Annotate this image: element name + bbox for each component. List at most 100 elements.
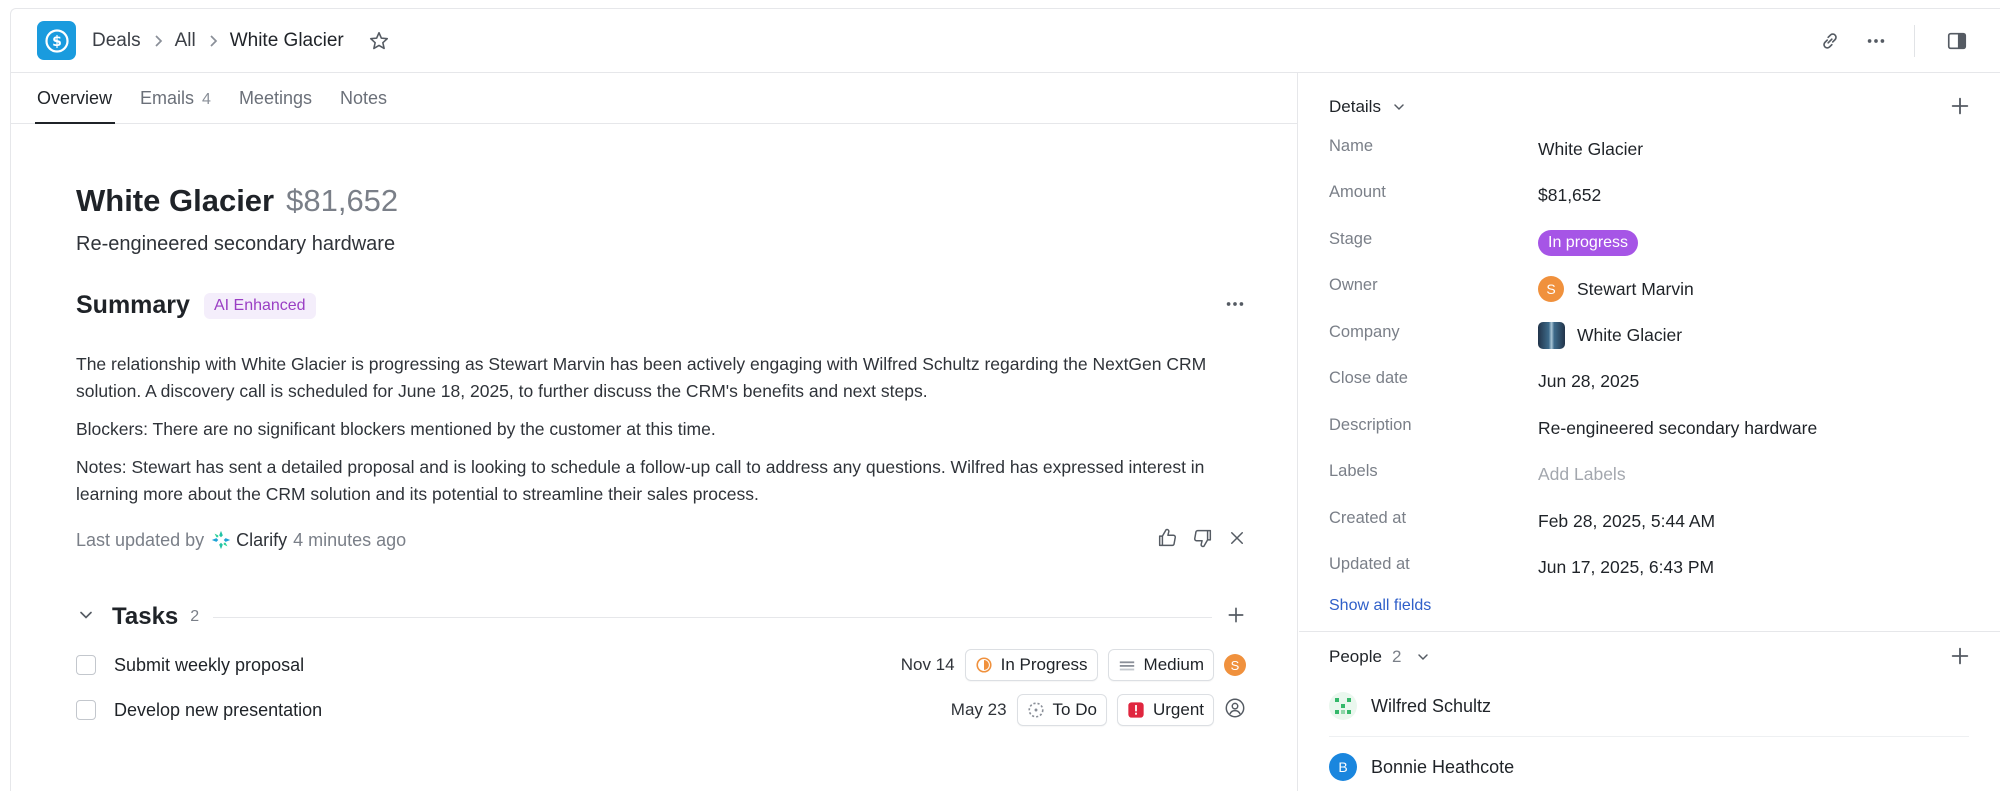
clarify-logo-icon — [211, 530, 231, 550]
field-labels: Labels Add Labels — [1329, 462, 1626, 485]
tab-overview[interactable]: Overview — [34, 88, 116, 124]
task-priority-chip[interactable]: Medium — [1107, 649, 1214, 681]
updated-ago: 4 minutes ago — [293, 529, 407, 550]
app-window: $ Deals All White Glacier Overview Email… — [10, 8, 2000, 791]
tasks-count: 2 — [190, 608, 200, 625]
field-close-date: Close date Jun 28, 2025 — [1329, 369, 1640, 391]
task-due-date[interactable]: Nov 14 — [901, 655, 955, 675]
people-header[interactable]: People 2 — [1329, 647, 1431, 667]
deal-title: White Glacier $81,652 — [76, 183, 398, 219]
last-updated: Last updated by Clarify 4 minutes ago — [76, 527, 1246, 554]
tasks-header: Tasks 2 — [76, 603, 1246, 631]
star-icon[interactable] — [368, 30, 390, 52]
chevron-right-icon — [153, 34, 163, 48]
add-task-icon[interactable] — [1226, 605, 1246, 630]
people-title: People — [1329, 647, 1382, 666]
field-name: Name White Glacier — [1329, 137, 1644, 159]
people-count: 2 — [1391, 647, 1402, 666]
task-name[interactable]: Develop new presentation — [114, 700, 322, 721]
avatar — [1329, 692, 1357, 720]
field-owner: Owner S Stewart Marvin — [1329, 276, 1969, 322]
chevron-down-icon[interactable] — [1415, 649, 1431, 665]
tab-notes[interactable]: Notes — [340, 88, 387, 123]
task-priority-chip[interactable]: Urgent — [1116, 694, 1214, 726]
company-name[interactable]: White Glacier — [1577, 325, 1682, 346]
divider — [1329, 736, 1969, 737]
header-actions — [1810, 9, 2000, 73]
more-horizontal-icon[interactable] — [1856, 21, 1896, 61]
updated-prefix: Last updated by — [76, 529, 205, 550]
tasks-title: Tasks — [112, 603, 179, 630]
person-name[interactable]: Bonnie Heathcote — [1371, 757, 1514, 778]
person-item[interactable]: B Bonnie Heathcote — [1329, 744, 1969, 790]
tab-meetings[interactable]: Meetings — [239, 88, 312, 123]
task-due-date[interactable]: May 23 — [951, 700, 1007, 720]
deal-name: White Glacier — [76, 183, 275, 218]
stage-badge[interactable]: In progress — [1538, 230, 1639, 256]
summary-paragraph: The relationship with White Glacier is p… — [76, 354, 1207, 401]
add-field-icon[interactable] — [1949, 95, 1971, 122]
task-status-chip[interactable]: To Do — [1016, 694, 1107, 726]
deals-app-icon[interactable]: $ — [37, 21, 76, 60]
updated-by[interactable]: Clarify — [236, 530, 287, 551]
add-person-icon[interactable] — [1949, 645, 1971, 672]
company-logo-icon — [1538, 322, 1565, 349]
tab-bar: Overview Emails 4 Meetings Notes — [11, 73, 1297, 124]
summary-title: Summary — [76, 291, 190, 319]
task-status-chip[interactable]: In Progress — [964, 649, 1098, 681]
thumbs-up-icon[interactable] — [1156, 527, 1178, 554]
pattern-avatar-icon — [1335, 698, 1351, 714]
thumbs-down-icon[interactable] — [1192, 527, 1214, 554]
show-all-fields-link[interactable]: Show all fields — [1329, 597, 1431, 615]
chevron-down-icon[interactable] — [1391, 99, 1407, 115]
task-row[interactable]: Develop new presentation May 23 To Do Ur… — [76, 694, 1246, 726]
avatar: B — [1329, 753, 1357, 781]
task-assignee-avatar[interactable]: S — [1224, 654, 1246, 676]
add-labels-button[interactable]: Add Labels — [1538, 464, 1626, 485]
more-horizontal-icon[interactable] — [1224, 293, 1246, 320]
sidebar-toggle-icon[interactable] — [1937, 21, 1977, 61]
details-header[interactable]: Details — [1329, 97, 1407, 117]
emails-count: 4 — [202, 91, 211, 108]
breadcrumb-deals[interactable]: Deals — [92, 30, 141, 52]
field-amount: Amount $81,652 — [1329, 183, 1602, 205]
divider — [1299, 631, 2000, 632]
task-checkbox[interactable] — [76, 655, 96, 675]
summary-header: Summary AI Enhanced — [76, 291, 1246, 320]
chevron-right-icon — [208, 34, 218, 48]
header-divider — [1914, 25, 1915, 57]
deal-amount: $81,652 — [286, 183, 399, 218]
task-checkbox[interactable] — [76, 700, 96, 720]
tab-emails[interactable]: Emails 4 — [140, 88, 211, 123]
svg-text:$: $ — [52, 34, 62, 50]
chevron-down-icon[interactable] — [76, 605, 96, 630]
summary-body: The relationship with White Glacier is p… — [76, 351, 1246, 519]
summary-notes: Notes: Stewart has sent a detailed propo… — [76, 457, 1205, 504]
breadcrumb-all[interactable]: All — [175, 30, 196, 52]
breadcrumb: Deals All White Glacier — [92, 9, 390, 73]
field-company: Company White Glacier — [1329, 322, 1969, 369]
field-description: Description Re-engineered secondary hard… — [1329, 416, 1818, 438]
person-name[interactable]: Wilfred Schultz — [1371, 696, 1491, 717]
priority-medium-icon — [1119, 661, 1134, 671]
top-header: $ Deals All White Glacier — [11, 9, 2000, 73]
field-created-at: Created at Feb 28, 2025, 5:44 AM — [1329, 509, 1716, 531]
avatar: S — [1538, 276, 1564, 302]
summary-blockers: Blockers: There are no significant block… — [76, 419, 716, 439]
owner-name[interactable]: Stewart Marvin — [1577, 279, 1694, 300]
details-panel: Details Name White Glacier Amount $81,65… — [1299, 73, 2000, 791]
field-stage: Stage In progress — [1329, 230, 1969, 276]
field-updated-at: Updated at Jun 17, 2025, 6:43 PM — [1329, 555, 1715, 577]
feedback-actions — [1156, 527, 1246, 554]
to-do-icon — [1027, 702, 1044, 718]
details-title: Details — [1329, 97, 1381, 116]
task-name[interactable]: Submit weekly proposal — [114, 655, 304, 676]
divider — [213, 616, 1212, 618]
link-icon[interactable] — [1810, 21, 1850, 61]
in-progress-icon — [976, 657, 992, 673]
unassigned-user-icon[interactable] — [1224, 697, 1246, 724]
breadcrumb-current: White Glacier — [229, 30, 344, 51]
task-row[interactable]: Submit weekly proposal Nov 14 In Progres… — [76, 649, 1246, 681]
close-icon[interactable] — [1228, 529, 1246, 552]
person-item[interactable]: Wilfred Schultz — [1329, 683, 1969, 729]
